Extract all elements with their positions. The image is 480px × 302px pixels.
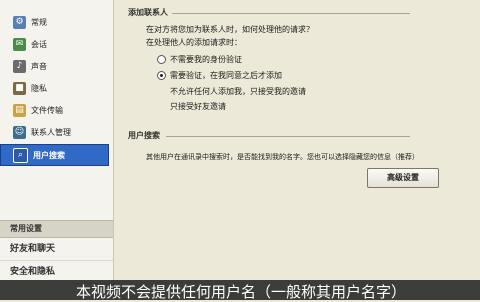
sidebar-item-session[interactable]: ✉ 会话 [3, 34, 109, 54]
sidebar-item-label: 隐私 [31, 83, 47, 93]
sidebar-item-label: 声音 [31, 61, 47, 71]
search-user-icon: ⌕ [13, 147, 28, 163]
contacts-icon: ☺ [13, 125, 26, 139]
sidebar-item-user-search[interactable]: ⌕ 用户搜索 [0, 144, 109, 166]
footer-header: 常用设置 [0, 220, 113, 238]
sidebar-item-file-transfer[interactable]: ▤ 文件传输 [3, 100, 109, 120]
radio-need-verify[interactable] [157, 71, 166, 80]
sidebar-item-privacy[interactable]: ■ 隐私 [3, 78, 109, 98]
sound-icon: ♪ [13, 59, 26, 73]
subtitle-text: 本视频不会提供任何用户名（一般称其用户名字） [76, 283, 407, 301]
section-title: 添加联系人 [128, 7, 172, 18]
subtitle-banner: 本视频不会提供任何用户名（一般称其用户名字） [0, 280, 480, 301]
sidebar-item-contacts[interactable]: ☺ 联系人管理 [3, 122, 109, 142]
sidebar-item-sound[interactable]: ♪ 声音 [3, 56, 109, 76]
sidebar-item-label: 会话 [31, 39, 47, 49]
option-label: 需要验证，在我同意之后才添加 [170, 71, 282, 80]
sidebar-item-label: 用户搜索 [33, 150, 65, 160]
section-divider [166, 136, 410, 137]
sidebar: ⚙ 常规 ✉ 会话 ♪ 声音 ■ 隐私 ▤ 文件传输 ☺ 联系人管理 ⌕ 用户搜… [0, 0, 114, 300]
section-subheading: 在处理他人的添加请求时： [146, 38, 242, 47]
radio-no-verify[interactable] [157, 55, 166, 64]
sidebar-item-general[interactable]: ⚙ 常规 [3, 12, 109, 32]
privacy-icon: ■ [13, 81, 26, 95]
advanced-settings-button[interactable]: 高级设置 [367, 168, 439, 188]
settings-icon: ⚙ [13, 15, 26, 29]
sidebar-item-label: 文件传输 [31, 105, 63, 115]
nav-footer: 常用设置 好友和聊天 安全和隐私 [0, 220, 113, 284]
option-label: 不需要我的身份验证 [170, 55, 242, 64]
section-description: 在对方将您加为联系人时，如何处理他的请求？ [146, 25, 314, 34]
option-label: 只接受好友邀请 [170, 102, 226, 111]
chat-icon: ✉ [13, 37, 26, 51]
footer-row-friends-chat[interactable]: 好友和聊天 [0, 238, 113, 261]
settings-content: 添加联系人 在对方将您加为联系人时，如何处理他的请求？ 在处理他人的添加请求时：… [114, 0, 480, 300]
option-label: 不允许任何人添加我，只接受我的邀请 [170, 87, 306, 96]
section-description: 其他用户在通讯录中搜索时，是否能找到我的名字。您也可以选择隐藏您的信息（推荐） [146, 153, 419, 161]
section-divider [170, 13, 410, 14]
sidebar-item-label: 联系人管理 [31, 127, 71, 137]
nav-list: ⚙ 常规 ✉ 会话 ♪ 声音 ■ 隐私 ▤ 文件传输 ☺ 联系人管理 ⌕ 用户搜… [0, 10, 113, 168]
section-title: 用户搜索 [128, 130, 164, 141]
folder-icon: ▤ [13, 103, 26, 117]
sidebar-item-label: 常规 [31, 17, 47, 27]
